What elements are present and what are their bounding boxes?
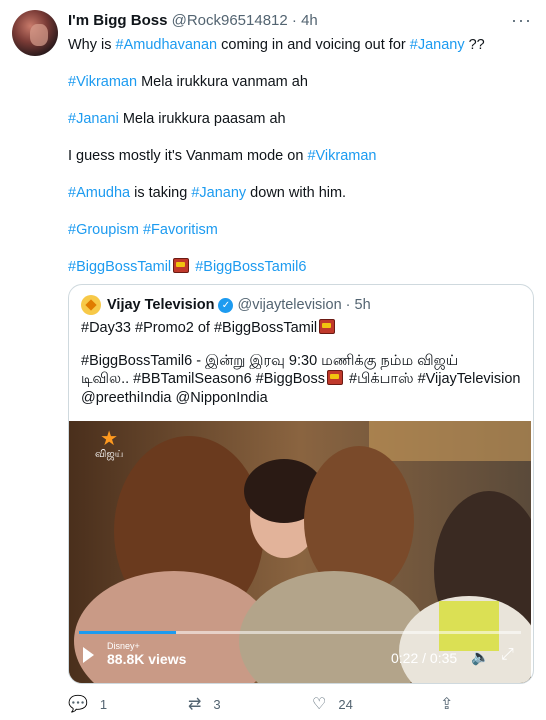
quoted-tweet-text: #Day33 #Promo2 of #BiggBossTamil #BiggBo… <box>81 319 521 421</box>
hashtag-link[interactable]: #Amudhavanan <box>116 37 218 53</box>
tweet-paragraph: Why is #Amudhavanan coming in and voicin… <box>68 36 528 55</box>
text-span: Mela irukkura vanmam ah <box>137 74 308 90</box>
hashtag-link[interactable]: #BiggBossTamil <box>68 259 171 275</box>
tweet-time[interactable]: 4h <box>301 12 318 29</box>
author-avatar[interactable] <box>12 10 58 56</box>
share-button[interactable]: ⇪ <box>440 694 465 714</box>
tweet-text: Why is #Amudhavanan coming in and voicin… <box>68 36 528 295</box>
share-icon: ⇪ <box>440 696 454 713</box>
disney-brand: Disney+ <box>107 641 140 651</box>
more-options-icon[interactable]: ··· <box>511 10 532 31</box>
author-handle[interactable]: @Rock96514812 <box>172 12 288 29</box>
dot-separator: · <box>291 12 297 29</box>
hashtag-link[interactable]: #Vikraman <box>68 74 137 90</box>
hashtag-link[interactable]: #Favoritism <box>143 222 218 238</box>
text-span: I guess mostly it's Vanmam mode on <box>68 148 308 164</box>
hashtag-link[interactable]: #Janany <box>191 185 246 201</box>
text-span: down with him. <box>246 185 347 201</box>
like-button[interactable]: ♡ 24 <box>312 694 353 714</box>
hashtag-link[interactable]: #Groupism <box>68 222 139 238</box>
tweet-header: I'm Bigg Boss @Rock96514812 · 4h <box>68 12 318 29</box>
hashtag-link[interactable]: #Vikraman <box>307 148 376 164</box>
video-player[interactable]: ★ விஜய் Disney+ 88.8K views 0:22 / 0:35 🔈… <box>69 421 531 683</box>
quoted-tweet-time[interactable]: 5h <box>355 297 371 313</box>
quoted-tweet[interactable]: Vijay Television ✓ @vijaytelevision · 5h… <box>68 284 534 684</box>
video-progress-bar[interactable] <box>79 631 521 634</box>
retweet-button[interactable]: ⇄ 3 <box>188 694 221 714</box>
hashtag-link[interactable]: #BiggBossTamil6 <box>195 259 306 275</box>
tweet-actions: 💬 1 ⇄ 3 ♡ 24 ⇪ <box>68 694 528 714</box>
text-span: Why is <box>68 37 116 53</box>
tweet-paragraph: #Groupism #Favoritism <box>68 221 528 240</box>
reply-icon: 💬 <box>68 696 88 713</box>
hashtag-link[interactable]: #Janani <box>68 111 119 127</box>
reply-button[interactable]: 💬 1 <box>68 694 107 714</box>
like-count: 24 <box>338 696 353 712</box>
text-span: #Day33 #Promo2 of #BiggBossTamil <box>81 320 318 336</box>
text-span: @preethiIndia @NipponIndia <box>81 389 268 406</box>
volume-icon[interactable]: 🔈 <box>471 648 490 666</box>
fullscreen-icon[interactable]: ⤢ <box>501 646 514 664</box>
tweet-paragraph: #Janani Mela irukkura paasam ah <box>68 110 528 129</box>
hashtag-link[interactable]: #Janany <box>410 37 465 53</box>
vijay-tv-logo-icon <box>81 295 101 315</box>
text-span: is taking <box>130 185 192 201</box>
tweet-paragraph: #Vikraman Mela irukkura vanmam ah <box>68 73 528 92</box>
tweet-paragraph: #Amudha is taking #Janany down with him. <box>68 184 528 203</box>
tweet-card[interactable]: I'm Bigg Boss @Rock96514812 · 4h ··· Why… <box>0 0 546 720</box>
video-progress-fill <box>79 631 177 634</box>
tweet-paragraph: #BiggBossTamil #BiggBossTamil6 <box>68 258 528 277</box>
star-icon: ★ <box>100 428 119 450</box>
play-icon[interactable] <box>83 647 94 663</box>
dot-separator: · <box>341 297 355 313</box>
video-time: 0:22 / 0:35 <box>391 650 458 666</box>
text-span: coming in and voicing out for <box>217 37 410 53</box>
text-span: டிவில.. #BBTamilSeason6 #BiggBoss <box>81 371 325 387</box>
bigg-boss-emoji-icon <box>173 258 190 273</box>
quoted-paragraph: #BiggBossTamil6 - இன்று இரவு 9:30 மணிக்க… <box>81 352 521 408</box>
hashtag-link[interactable]: #Amudha <box>68 185 130 201</box>
text-span: ?? <box>464 37 485 53</box>
quoted-author-handle[interactable]: @vijaytelevision <box>237 297 341 313</box>
view-count: 88.8K views <box>107 651 187 667</box>
quoted-paragraph: #Day33 #Promo2 of #BiggBossTamil <box>81 319 521 338</box>
tweet-paragraph: I guess mostly it's Vanmam mode on #Vikr… <box>68 147 528 166</box>
retweet-icon: ⇄ <box>188 696 202 713</box>
text-span: #பிக்பாஸ் #VijayTelevision <box>345 371 521 387</box>
bigg-boss-emoji-icon <box>327 370 343 385</box>
reply-count: 1 <box>99 696 108 712</box>
quoted-tweet-header: Vijay Television ✓ @vijaytelevision · 5h <box>81 295 371 315</box>
text-span: Mela irukkura paasam ah <box>118 111 286 127</box>
retweet-count: 3 <box>213 696 221 712</box>
verified-badge-icon: ✓ <box>218 297 234 313</box>
heart-icon: ♡ <box>312 696 327 713</box>
channel-logo: ★ விஜய் <box>95 429 123 461</box>
text-span: #BiggBossTamil6 - இன்று இரவு 9:30 மணிக்க… <box>81 352 459 369</box>
bigg-boss-emoji-icon <box>319 319 336 334</box>
quoted-author-name[interactable]: Vijay Television <box>107 297 214 313</box>
channel-logo-text: விஜய் <box>95 449 124 460</box>
author-name[interactable]: I'm Bigg Boss <box>68 12 167 29</box>
